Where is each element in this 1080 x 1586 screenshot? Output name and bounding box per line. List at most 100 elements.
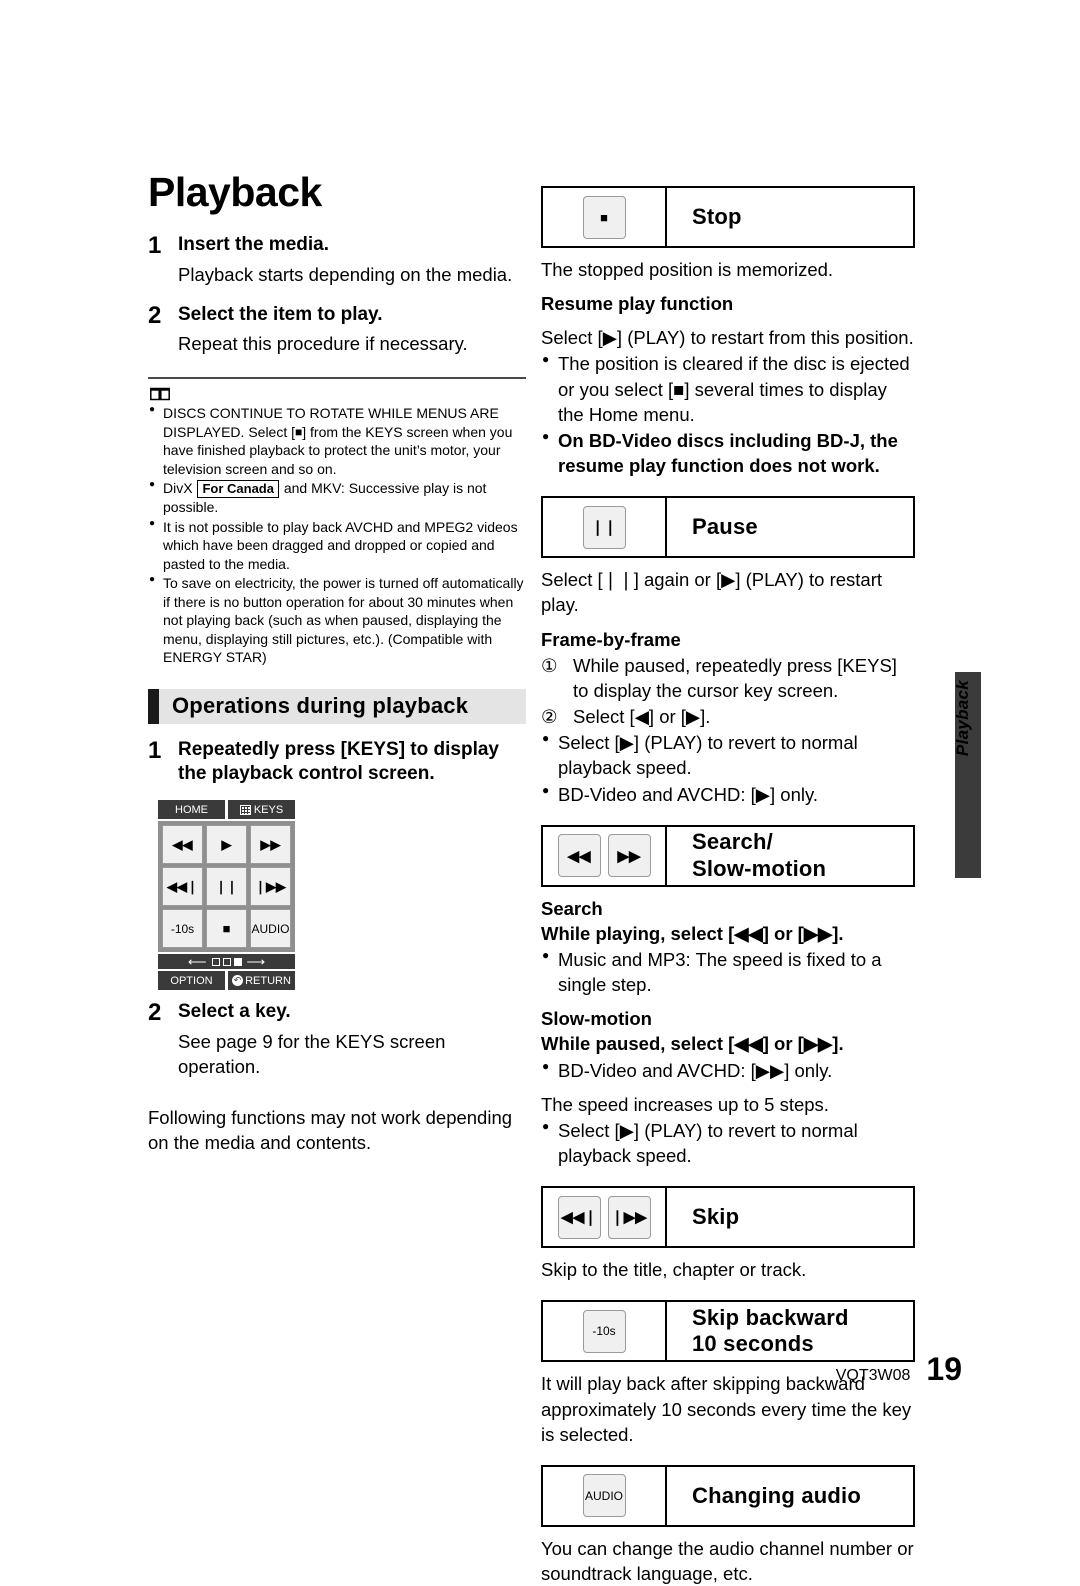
pager-left-arrow-icon[interactable]: ⟵ bbox=[188, 955, 207, 968]
function-title: Stop bbox=[692, 203, 742, 229]
pager-dot bbox=[211, 957, 220, 966]
step-number: 2 bbox=[148, 301, 162, 329]
function-icons: ◀◀ ▶▶ bbox=[543, 826, 667, 885]
pause-notes: Select [▶] (PLAY) to revert to normal pl… bbox=[541, 730, 915, 806]
pad-key-fast-forward[interactable]: ▶▶ bbox=[250, 825, 291, 865]
slow-motion-heading: Slow-motion bbox=[541, 1008, 652, 1030]
keys-screen-mock: HOME KEYS ◀◀ ▶ ▶▶ ◀◀❘ ❘❘ ❘▶▶ -10s ■ AUDI… bbox=[158, 800, 295, 991]
step-detail: See page 9 for the KEYS screen operation… bbox=[178, 1030, 446, 1077]
page-number: 19 bbox=[926, 1351, 962, 1387]
pad-key-audio[interactable]: AUDIO bbox=[250, 909, 291, 949]
section-step-1: 1 Repeatedly press [KEYS] to display the… bbox=[148, 736, 526, 787]
function-title: Search/ Slow-motion bbox=[692, 829, 827, 881]
return-arrow-icon: ↶ bbox=[232, 975, 244, 987]
function-box-skip: ◀◀❘ ❘▶▶ Skip bbox=[541, 1186, 915, 1249]
pad-key-skip-back[interactable]: ◀◀❘ bbox=[162, 867, 203, 907]
rewind-key-icon[interactable]: ◀◀ bbox=[557, 834, 601, 878]
skip-back-10s-key-icon[interactable]: -10s bbox=[582, 1309, 626, 1353]
stop-key-icon[interactable]: ■ bbox=[582, 195, 626, 239]
keys-screen-topbar: HOME KEYS bbox=[158, 800, 295, 820]
step-marker: ① bbox=[541, 654, 558, 676]
pad-key-play[interactable]: ▶ bbox=[206, 825, 247, 865]
pad-key-skip-next[interactable]: ❘▶▶ bbox=[250, 867, 291, 907]
note-item: Select [▶] (PLAY) to revert to normal pl… bbox=[541, 730, 915, 780]
step-body: Insert the media. Playback starts depend… bbox=[178, 233, 526, 300]
step-heading: Select a key. bbox=[178, 1001, 291, 1023]
changing-audio-description: You can change the audio channel number … bbox=[541, 1537, 914, 1584]
pad-key-rewind[interactable]: ◀◀ bbox=[162, 825, 203, 865]
step-2: 2 Select the item to play. Repeat this p… bbox=[148, 301, 526, 370]
notes-list: DISCS CONTINUE TO ROTATE WHILE MENUS ARE… bbox=[148, 403, 526, 666]
note-item: DISCS CONTINUE TO ROTATE WHILE MENUS ARE… bbox=[148, 403, 526, 478]
pad-key-stop[interactable]: ■ bbox=[206, 909, 247, 949]
function-icons: ◀◀❘ ❘▶▶ bbox=[543, 1188, 667, 1247]
step-number: 1 bbox=[148, 232, 162, 259]
ordered-step: ② Select [◀] or [▶]. bbox=[541, 704, 915, 729]
for-canada-badge: For Canada bbox=[197, 480, 279, 499]
function-title: Pause bbox=[692, 514, 758, 540]
step-heading: Repeatedly press [KEYS] to display the p… bbox=[178, 738, 499, 785]
divider bbox=[148, 377, 526, 380]
keys-button[interactable]: KEYS bbox=[228, 800, 295, 820]
search-instruction: While playing, select [◀◀] or [▶▶]. bbox=[541, 922, 844, 944]
slow-motion-instruction: While paused, select [◀◀] or [▶▶]. bbox=[541, 1033, 844, 1055]
pager-dots bbox=[211, 957, 242, 966]
pause-key-icon[interactable]: ❘❘ bbox=[582, 505, 626, 549]
note-item: Music and MP3: The speed is fixed to a s… bbox=[541, 947, 915, 997]
stop-notes: The position is cleared if the disc is e… bbox=[541, 351, 915, 478]
step-number: 1 bbox=[148, 736, 162, 764]
pager-dot bbox=[222, 957, 231, 966]
function-title: Changing audio bbox=[692, 1482, 862, 1508]
step-1: 1 Insert the media. Playback starts depe… bbox=[148, 232, 526, 300]
page-title: Playback bbox=[148, 169, 322, 215]
note-item: BD-Video and AVCHD: [▶] only. bbox=[541, 782, 915, 807]
grid-icon bbox=[239, 804, 251, 815]
note-item: BD-Video and AVCHD: [▶▶] only. bbox=[541, 1058, 915, 1083]
home-button[interactable]: HOME bbox=[158, 800, 225, 820]
section-marker bbox=[148, 688, 159, 724]
section-header-bar: Operations during playback bbox=[148, 688, 526, 724]
skip-back-key-icon[interactable]: ◀◀❘ bbox=[557, 1195, 601, 1239]
return-button[interactable]: ↶ RETURN bbox=[228, 971, 295, 991]
page-footer: VQT3W08 19 bbox=[836, 1351, 962, 1388]
step-number: 2 bbox=[148, 999, 162, 1027]
step-body: Select a key. See page 9 for the KEYS sc… bbox=[178, 1000, 526, 1092]
ordered-step: ① While paused, repeatedly press [KEYS] t… bbox=[541, 653, 915, 703]
pad-key-skip-back-10s[interactable]: -10s bbox=[162, 909, 203, 949]
pause-description: Select [❘❘] again or [▶] (PLAY) to resta… bbox=[541, 569, 883, 616]
frame-by-frame-steps: ① While paused, repeatedly press [KEYS] t… bbox=[541, 653, 915, 729]
frame-by-frame-heading: Frame-by-frame bbox=[541, 628, 681, 650]
note-item: It is not possible to play back AVCHD an… bbox=[148, 517, 526, 573]
function-icons: -10s bbox=[543, 1302, 667, 1361]
keys-screen-bottombar: OPTION ↶ RETURN bbox=[158, 971, 295, 991]
keys-pager: ⟵ ⟶ bbox=[158, 954, 295, 970]
pager-right-arrow-icon[interactable]: ⟶ bbox=[247, 955, 266, 968]
document-code: VQT3W08 bbox=[835, 1367, 911, 1384]
function-box-changing-audio: AUDIO Changing audio bbox=[541, 1464, 915, 1527]
fast-forward-key-icon[interactable]: ▶▶ bbox=[607, 834, 651, 878]
function-icons: ■ bbox=[543, 188, 667, 246]
step-detail: Playback starts depending on the media. bbox=[178, 263, 513, 285]
note-item: On BD-Video discs including BD-J, the re… bbox=[541, 428, 915, 478]
pager-dot-active bbox=[233, 957, 242, 966]
function-icons: ❘❘ bbox=[543, 498, 667, 557]
step-marker: ② bbox=[541, 706, 558, 728]
audio-key-icon[interactable]: AUDIO bbox=[582, 1474, 626, 1518]
step-body: Select the item to play. Repeat this pro… bbox=[178, 303, 526, 370]
note-item: The position is cleared if the disc is e… bbox=[541, 351, 915, 426]
pad-key-pause[interactable]: ❘❘ bbox=[206, 867, 247, 907]
open-book-icon bbox=[150, 388, 170, 401]
search-heading: Search bbox=[541, 897, 603, 919]
step-detail: Repeat this procedure if necessary. bbox=[178, 333, 468, 355]
skip-next-key-icon[interactable]: ❘▶▶ bbox=[607, 1195, 651, 1239]
option-button[interactable]: OPTION bbox=[158, 971, 225, 991]
keys-pad: ◀◀ ▶ ▶▶ ◀◀❘ ❘❘ ❘▶▶ -10s ■ AUDIO bbox=[158, 821, 295, 953]
step-heading: Insert the media. bbox=[178, 234, 329, 255]
note-text-pre: DivX bbox=[163, 480, 197, 497]
manual-page: Playback Playback 1 Insert the media. Pl… bbox=[0, 0, 1080, 1584]
section-step-2: 2 Select a key. See page 9 for the KEYS … bbox=[148, 999, 526, 1092]
section-thumb-tab-label: Playback bbox=[953, 679, 972, 757]
speed-notes: Select [▶] (PLAY) to revert to normal pl… bbox=[541, 1118, 915, 1168]
note-item: To save on electricity, the power is tur… bbox=[148, 573, 526, 666]
keys-label: KEYS bbox=[253, 803, 284, 816]
